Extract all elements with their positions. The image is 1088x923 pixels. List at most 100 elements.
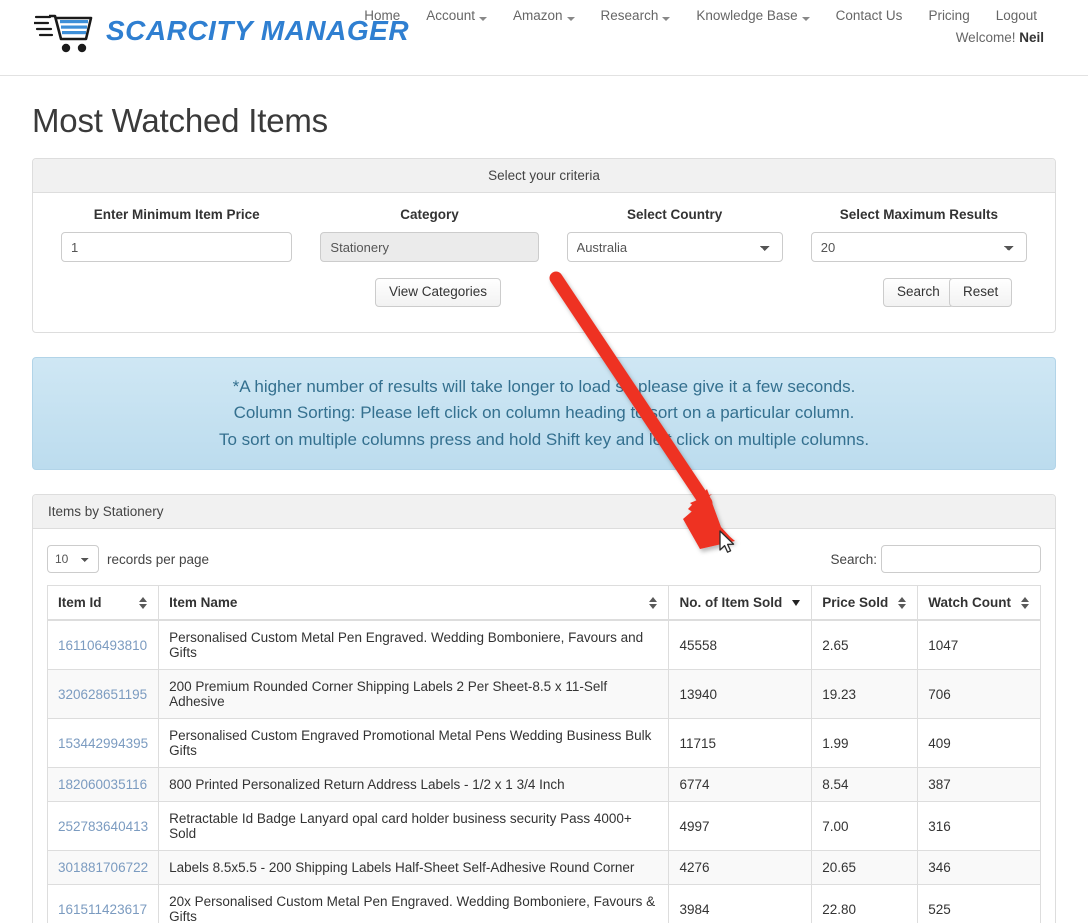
column-label: No. of Item Sold <box>679 595 783 611</box>
chevron-down-icon <box>566 16 575 21</box>
cell-item-name: 20x Personalised Custom Metal Pen Engrav… <box>158 884 670 923</box>
nav-item-pricing[interactable]: Pricing <box>915 4 982 27</box>
info-banner: *A higher number of results will take lo… <box>32 357 1056 471</box>
records-per-page-group: 10 records per page <box>47 545 210 574</box>
max-results-label: Select Maximum Results <box>839 207 999 222</box>
page-title: Most Watched Items <box>32 102 328 139</box>
cell-item-name: Retractable Id Badge Lanyard opal card h… <box>158 801 670 852</box>
cell-item-id: 301881706722 <box>46 850 160 886</box>
table-row: 320628651195 200 Premium Rounded Corner … <box>46 669 1041 720</box>
table-body: 161106493810 Personalised Custom Metal P… <box>46 619 1041 923</box>
item-id-link[interactable]: 153442994395 <box>58 736 148 751</box>
cell-watch: 525 <box>917 884 1041 923</box>
cell-watch: 409 <box>917 718 1041 769</box>
cell-price: 7.00 <box>811 801 919 852</box>
item-id-link[interactable]: 182060035116 <box>58 777 147 792</box>
table-row: 182060035116 800 Printed Personalized Re… <box>46 767 1041 803</box>
nav-item-logout[interactable]: Logout <box>983 4 1050 27</box>
view-categories-button[interactable]: View Categories <box>375 278 502 307</box>
cell-item-name: 200 Premium Rounded Corner Shipping Labe… <box>158 669 670 720</box>
results-panel: Items by Stationery 10 records per page … <box>32 494 1056 923</box>
cell-sold: 4997 <box>668 801 813 852</box>
cell-item-id: 182060035116 <box>46 767 160 803</box>
category-group: Category <box>306 207 552 262</box>
cell-item-name: Labels 8.5x5.5 - 200 Shipping Labels Hal… <box>158 850 670 886</box>
sort-both-icon <box>139 596 148 610</box>
column-label: Item Name <box>169 595 238 611</box>
table-search-label: Search: <box>830 551 877 567</box>
chevron-down-icon <box>662 16 671 21</box>
nav-item-research[interactable]: Research <box>588 4 684 27</box>
records-per-page-label: records per page <box>107 551 210 567</box>
cell-sold: 45558 <box>668 619 813 671</box>
records-per-page-select[interactable]: 10 <box>47 545 99 574</box>
column-header-watch-count[interactable]: Watch Count <box>917 585 1041 622</box>
cell-item-name: Personalised Custom Metal Pen Engraved. … <box>158 619 670 671</box>
cell-item-id: 161106493810 <box>46 619 160 671</box>
item-id-link[interactable]: 320628651195 <box>58 687 147 702</box>
cell-item-id: 252783640413 <box>46 801 160 852</box>
chevron-down-icon <box>801 16 810 21</box>
cell-watch: 1047 <box>917 619 1041 671</box>
column-header-item-name[interactable]: Item Name <box>158 585 670 622</box>
nav-item-amazon[interactable]: Amazon <box>500 4 588 27</box>
column-label: Item Id <box>58 595 102 611</box>
chevron-down-icon <box>479 16 488 21</box>
sort-both-icon <box>649 596 658 610</box>
results-panel-title: Items by Stationery <box>33 495 1055 530</box>
nav-item-account[interactable]: Account <box>413 4 500 27</box>
search-button[interactable]: Search <box>883 278 954 307</box>
sort-both-icon <box>898 596 907 610</box>
results-panel-body: 10 records per page Search: Item Id Item… <box>33 529 1055 923</box>
welcome-message: Welcome! Neil <box>956 30 1044 45</box>
table-header-row: Item Id Item Name No. of Item Sold Price… <box>46 585 1041 622</box>
nav-item-contact-us[interactable]: Contact Us <box>823 4 916 27</box>
category-input[interactable] <box>320 232 539 262</box>
table-search-group: Search: <box>830 545 1041 574</box>
country-select[interactable]: Australia <box>566 232 783 262</box>
min-price-group: Enter Minimum Item Price <box>47 207 306 262</box>
sort-descending-icon <box>792 596 801 610</box>
info-banner-line: To sort on multiple columns press and ho… <box>218 429 870 449</box>
table-row: 301881706722 Labels 8.5x5.5 - 200 Shippi… <box>46 850 1041 886</box>
item-id-link[interactable]: 161106493810 <box>58 638 147 653</box>
cell-sold: 4276 <box>668 850 813 886</box>
cell-price: 22.80 <box>811 884 919 923</box>
cell-sold: 13940 <box>668 669 813 720</box>
cell-item-id: 153442994395 <box>46 718 160 769</box>
most-watched-items-table: Item Id Item Name No. of Item Sold Price… <box>46 585 1041 923</box>
info-banner-line: *A higher number of results will take lo… <box>232 377 856 396</box>
column-header-price-sold[interactable]: Price Sold <box>811 585 919 622</box>
cell-price: 20.65 <box>811 850 919 886</box>
cell-price: 1.99 <box>811 718 919 769</box>
criteria-fields-row: Enter Minimum Item Price Category Select… <box>47 207 1041 262</box>
item-id-link[interactable]: 301881706722 <box>58 860 148 875</box>
nav-label: Knowledge Base <box>696 8 798 23</box>
table-row: 153442994395 Personalised Custom Engrave… <box>46 718 1041 769</box>
criteria-actions: View Categories Search Reset <box>47 278 1041 310</box>
criteria-panel-title: Select your criteria <box>33 159 1055 193</box>
cell-item-name: Personalised Custom Engraved Promotional… <box>158 718 670 769</box>
column-label: Price Sold <box>822 595 889 611</box>
nav-item-home[interactable]: Home <box>351 4 413 27</box>
item-id-link[interactable]: 161511423617 <box>58 902 147 917</box>
cell-item-id: 161511423617 <box>46 884 160 923</box>
cell-watch: 706 <box>917 669 1041 720</box>
nav-item-knowledge-base[interactable]: Knowledge Base <box>683 4 822 27</box>
nav-label: Home <box>364 8 401 23</box>
cell-price: 2.65 <box>811 619 919 671</box>
max-results-select[interactable]: 20 <box>810 232 1027 262</box>
reset-button[interactable]: Reset <box>949 278 1013 307</box>
criteria-panel-body: Enter Minimum Item Price Category Select… <box>33 193 1055 332</box>
column-header-item-id[interactable]: Item Id <box>46 585 160 622</box>
nav-label: Account <box>426 8 476 23</box>
nav-label: Logout <box>995 8 1037 23</box>
column-header-no-of-item-sold[interactable]: No. of Item Sold <box>668 585 813 622</box>
nav-label: Contact Us <box>835 8 903 23</box>
item-id-link[interactable]: 252783640413 <box>58 819 148 834</box>
table-search-input[interactable] <box>881 545 1041 574</box>
min-price-input[interactable] <box>61 232 293 262</box>
cell-price: 8.54 <box>811 767 919 803</box>
cell-item-id: 320628651195 <box>46 669 160 720</box>
criteria-panel: Select your criteria Enter Minimum Item … <box>32 158 1056 333</box>
